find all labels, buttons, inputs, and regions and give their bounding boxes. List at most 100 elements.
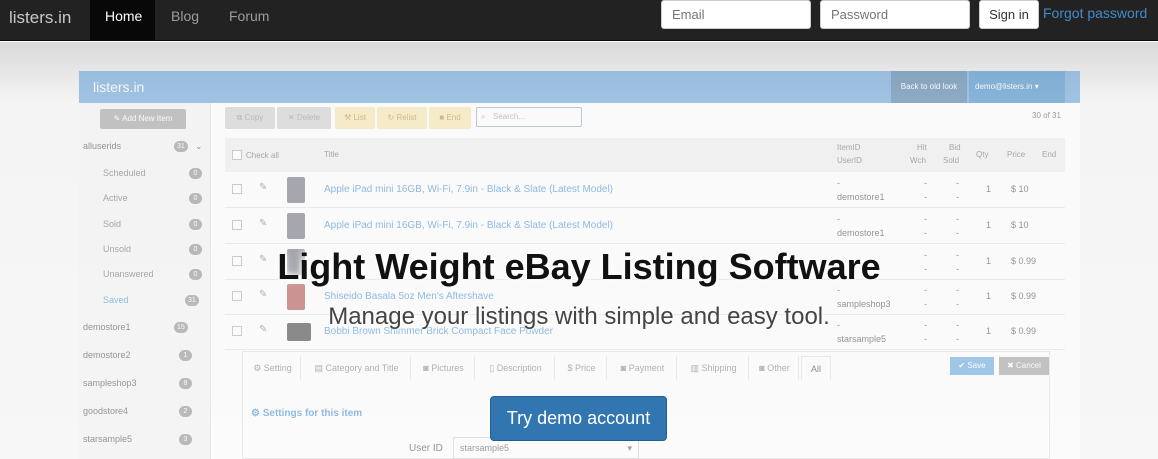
item-id-cell: - demostore1 — [837, 176, 885, 204]
top-navbar: listers.in Home Blog Forum Sign in Forgo… — [0, 0, 1158, 41]
sidebar-label: goodstore4 — [83, 406, 129, 416]
tab-label: Other — [767, 363, 790, 373]
sidebar-label: alluserids — [83, 141, 122, 151]
copy-icon: ⧉ — [236, 113, 243, 122]
copy-label: Copy — [244, 113, 264, 122]
email-field[interactable] — [661, 0, 811, 29]
tab-payment: ◙ Payment — [609, 356, 677, 380]
tab-label: Description — [496, 363, 542, 373]
bid-sold-cell: -- — [956, 176, 959, 204]
sidebar-item-sampleshop3: sampleshop3 8 — [83, 378, 192, 389]
chevron-down-icon: ⌄ — [195, 141, 203, 151]
sign-in-button[interactable]: Sign in — [979, 0, 1039, 29]
qty-value: 1 — [986, 291, 992, 301]
save-button: ✔ Save — [950, 357, 994, 375]
user-id: demostore1 — [837, 228, 885, 238]
sidebar-item-scheduled: Scheduled 0 — [103, 168, 202, 179]
list-icon: ▤ — [314, 363, 323, 373]
hero-headline: Light Weight eBay Listing Software — [277, 246, 881, 287]
hero-subheadline: Manage your listings with simple and eas… — [328, 303, 830, 330]
app-title: listers.in — [93, 79, 145, 95]
truck-icon: ▥ — [690, 363, 699, 373]
tab-setting: ⚙ Setting — [245, 356, 301, 380]
wch-value: - — [924, 192, 927, 202]
item-thumbnail — [287, 213, 305, 239]
check-all-checkbox — [232, 150, 242, 160]
gear-icon: ⚙ — [253, 363, 262, 373]
count-badge: 31 — [174, 141, 188, 152]
delete-button: ✕ Delete — [277, 107, 331, 129]
tab-price: $ Price — [557, 356, 607, 380]
item-id-cell: - demostore1 — [837, 212, 885, 240]
itemid-header: ItemID — [837, 143, 861, 152]
sidebar-label: sampleshop3 — [83, 378, 137, 388]
sidebar-item-goodstore4: goodstore4 2 — [83, 406, 192, 417]
save-label: Save — [967, 361, 986, 370]
nav-home[interactable]: Home — [90, 0, 155, 41]
hit-value: - — [924, 178, 927, 188]
price-header: Price — [1007, 150, 1026, 159]
tab-shipping: ▥ Shipping — [679, 356, 749, 380]
gear-icon: ⚙ — [251, 408, 260, 419]
wch-value: - — [924, 228, 927, 238]
sidebar-label: Active — [103, 193, 128, 203]
search-icon: ⌕ — [481, 112, 486, 121]
camera-icon: ◙ — [759, 363, 765, 373]
hit-wch-cell: -- — [924, 176, 927, 204]
copy-button: ⧉ Copy — [225, 107, 275, 129]
sidebar-item-demostore2: demostore2 1 — [83, 350, 192, 361]
password-field[interactable] — [820, 0, 970, 29]
qty-header: Qty — [976, 150, 989, 159]
check-all-label: Check all — [246, 151, 279, 160]
row-checkbox — [232, 184, 242, 194]
count-badge: 0 — [189, 168, 202, 179]
stop-icon: ■ — [439, 113, 445, 122]
tab-other: ◙ Other — [751, 356, 799, 380]
brand-logo[interactable]: listers.in — [9, 8, 71, 28]
search-placeholder: Search... — [493, 112, 526, 121]
tab-description: ▯ Description — [477, 356, 555, 380]
app-header: listers.in Back to old look demo@listers… — [79, 71, 1080, 103]
user-id: demostore1 — [837, 192, 885, 202]
user-menu: demo@listers.in ▾ — [969, 71, 1065, 103]
delete-label: Delete — [296, 113, 321, 122]
count-badge: 8 — [179, 378, 192, 389]
hit-header: Hit — [917, 143, 927, 152]
sidebar-item-sold: Sold 0 — [103, 219, 202, 230]
tab-all: All — [801, 356, 831, 380]
chevron-down-icon: ▾ — [627, 443, 632, 453]
close-icon: ✖ — [1007, 361, 1014, 370]
nav-forum[interactable]: Forum — [214, 0, 284, 41]
cancel-button: ✖ Cancel — [999, 357, 1049, 375]
price-value: $ 10 — [1011, 184, 1029, 194]
camera-icon: ◙ — [423, 363, 429, 373]
count-badge: 0 — [189, 219, 202, 230]
sidebar-item-starsample5: starsample5 3 — [83, 434, 192, 445]
tab-category-and-title: ▤ Category and Title — [303, 356, 411, 380]
dollar-icon: $ — [567, 363, 573, 373]
tab-label: Payment — [628, 363, 665, 373]
price-value: $ 10 — [1011, 220, 1029, 230]
bid-header: Bid — [949, 143, 961, 152]
forgot-password-link[interactable]: Forgot password — [1043, 5, 1147, 21]
tab-pictures: ◙ Pictures — [413, 356, 475, 380]
try-demo-button[interactable]: Try demo account — [490, 396, 667, 441]
gavel-icon: ⚒ — [344, 113, 352, 122]
bid-sold-cell: -- — [956, 212, 959, 240]
user-email: demo@listers.in — [975, 82, 1033, 91]
item-title: Apple iPad mini 16GB, Wi-Fi, 7.9in - Bla… — [324, 220, 614, 231]
edit-icon: ✎ — [259, 289, 268, 300]
wch-header: Wch — [910, 156, 926, 165]
sold-value: - — [956, 334, 959, 344]
listing-search-input: ⌕ Search... — [476, 107, 582, 127]
tab-label: Shipping — [701, 363, 737, 373]
count-badge: 3 — [179, 434, 192, 445]
table-header: Check all Title ItemID UserID Hit Wch Bi… — [225, 138, 1065, 172]
document-icon: ▯ — [489, 363, 495, 373]
item-id: - — [837, 178, 840, 188]
wch-value: - — [924, 334, 927, 344]
sidebar-item-active: Active 0 — [103, 193, 202, 204]
end-button: ■ End — [429, 107, 471, 129]
user-id: starsample5 — [837, 334, 887, 344]
nav-blog[interactable]: Blog — [156, 0, 214, 41]
